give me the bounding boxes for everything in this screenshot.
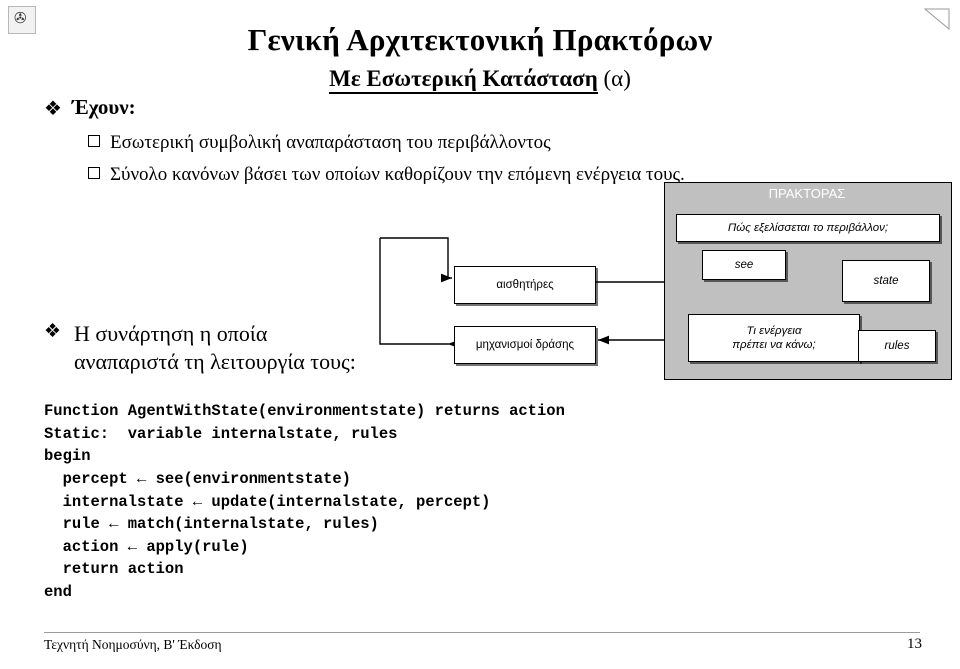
footer-divider xyxy=(44,632,920,633)
page-subtitle-tag: (α) xyxy=(603,66,631,91)
actuators-box: μηχανισμοί δράσης xyxy=(454,326,596,364)
list-item: Εσωτερική συμβολική αναπαράσταση του περ… xyxy=(88,132,551,154)
state-box: state xyxy=(842,260,930,302)
action-question-box: Τι ενέργεια πρέπει να κάνω; xyxy=(688,314,860,362)
list-item-label: Εσωτερική συμβολική αναπαράσταση του περ… xyxy=(110,132,551,153)
slide-canvas: ✇ Γενική Αρχιτεκτονική Πρακτόρων Με Εσωτ… xyxy=(0,0,960,669)
page-title: Γενική Αρχιτεκτονική Πρακτόρων xyxy=(247,22,713,57)
function-intro-line2: αναπαριστά τη λειτουργία τους: xyxy=(74,349,356,375)
page-subtitle: Με Εσωτερική Κατάσταση (α) xyxy=(0,66,960,94)
square-bullet-icon xyxy=(88,135,100,147)
page-subtitle-text: Με Εσωτερική Κατάσταση xyxy=(329,66,598,94)
square-bullet-icon xyxy=(88,167,100,179)
bullet-diamond-icon: ❖ xyxy=(44,98,62,120)
sensors-box: αισθητήρες xyxy=(454,266,596,304)
page-number: 13 xyxy=(907,636,922,652)
bullet-diamond-icon: ❖ xyxy=(44,321,62,342)
agent-title-label: ΠΡΑΚΤΟΡΑΣ xyxy=(768,186,846,201)
rules-box: rules xyxy=(858,330,936,362)
agent-architecture-diagram: ΠΡΑΚΤΟΡΑΣ Πώς εξελίσσεται το περιβάλλον;… xyxy=(372,182,952,380)
function-intro-line1: Η συνάρτηση η οποία xyxy=(74,321,268,346)
pseudocode-block: Function AgentWithState(environmentstate… xyxy=(44,402,565,601)
footer-book-title: Τεχνητή Νοημοσύνη, Β' Έκδοση xyxy=(44,637,222,652)
see-box: see xyxy=(702,250,786,280)
environment-question-box: Πώς εξελίσσεται το περιβάλλον; xyxy=(676,214,940,242)
function-intro-text: ❖ Η συνάρτηση η οποία αναπαριστά τη λειτ… xyxy=(44,320,374,376)
bullet-have-label: Έχουν: xyxy=(72,95,136,119)
